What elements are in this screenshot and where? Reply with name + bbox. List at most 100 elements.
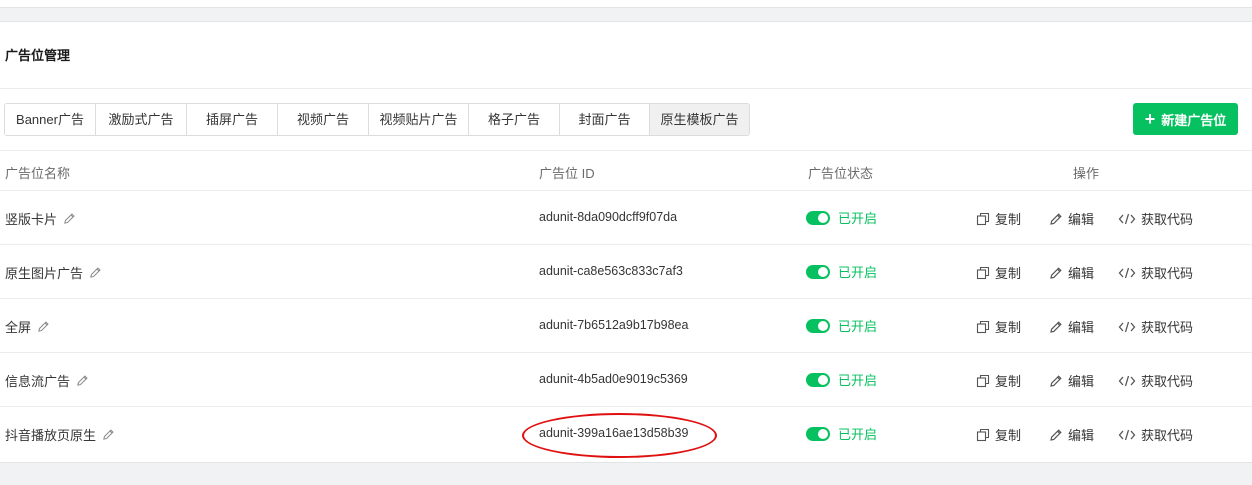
red-annotation-ellipse [522,413,717,458]
copy-button[interactable]: 复制 [976,425,1021,444]
top-strip [0,0,1252,8]
copy-button[interactable]: 复制 [976,209,1021,228]
ad-type-tabs: Banner广告 激励式广告 插屏广告 视频广告 视频贴片广告 格子广告 封面广… [4,103,750,136]
code-icon [1118,267,1136,278]
edit-button[interactable]: 编辑 [1049,317,1094,336]
ad-unit-management-card: 广告位管理 Banner广告 激励式广告 插屏广告 视频广告 视频贴片广告 格子… [0,21,1252,463]
pencil-icon[interactable] [102,428,115,441]
copy-icon [976,428,990,441]
ad-unit-name-text: 信息流广告 [5,374,71,389]
edit-button[interactable]: 编辑 [1049,371,1094,390]
copy-icon [976,212,990,225]
tab-banner[interactable]: Banner广告 [5,104,96,135]
edit-button[interactable]: 编辑 [1049,209,1094,228]
pencil-icon [1050,212,1062,225]
plus-icon: + [1144,109,1156,129]
edit-label: 编辑 [1068,266,1095,281]
tab-rewarded[interactable]: 激励式广告 [96,104,187,135]
copy-button[interactable]: 复制 [976,263,1021,282]
table-row: 全屏 adunit-7b6512a9b17b98ea 已开启 复制 编辑 获取代… [0,298,1252,353]
pencil-icon[interactable] [37,320,50,333]
divider [0,150,1252,151]
ad-unit-name-text: 全屏 [5,320,32,335]
tab-video-patch[interactable]: 视频贴片广告 [369,104,469,135]
ad-unit-id: adunit-8da090dcff9f07da [539,210,678,224]
ad-unit-name: 全屏 [5,317,50,336]
tab-native-template[interactable]: 原生模板广告 [650,104,749,135]
tab-video[interactable]: 视频广告 [278,104,369,135]
get-code-label: 获取代码 [1141,374,1194,389]
ad-unit-name: 信息流广告 [5,371,89,390]
copy-label: 复制 [995,374,1022,389]
column-header-status: 广告位状态 [808,166,874,181]
get-code-button[interactable]: 获取代码 [1118,425,1193,444]
tab-cover[interactable]: 封面广告 [560,104,650,135]
copy-icon [976,320,990,333]
status-cell: 已开启 [806,370,877,389]
status-cell: 已开启 [806,262,877,281]
pencil-icon [1050,374,1062,387]
ad-unit-name: 抖音播放页原生 [5,425,115,444]
column-header-id: 广告位 ID [539,166,595,181]
status-label: 已开启 [838,319,878,334]
ad-unit-name: 竖版卡片 [5,209,76,228]
table-row: 原生图片广告 adunit-ca8e563c833c7af3 已开启 复制 编辑 [0,244,1252,299]
get-code-button[interactable]: 获取代码 [1118,317,1193,336]
status-cell: 已开启 [806,208,877,227]
ad-unit-id: adunit-4b5ad0e9019c5369 [539,372,688,386]
pencil-icon[interactable] [63,212,76,225]
code-icon [1118,429,1136,440]
get-code-label: 获取代码 [1141,266,1194,281]
divider [0,88,1252,89]
copy-icon [976,374,990,387]
new-ad-unit-label: 新建广告位 [1161,112,1227,128]
column-header-name: 广告位名称 [5,166,71,181]
copy-button[interactable]: 复制 [976,317,1021,336]
get-code-button[interactable]: 获取代码 [1118,209,1193,228]
ad-unit-name-text: 原生图片广告 [5,266,84,281]
edit-label: 编辑 [1068,212,1095,227]
edit-label: 编辑 [1068,320,1095,335]
ad-unit-id: adunit-7b6512a9b17b98ea [539,318,689,332]
status-toggle[interactable] [806,426,830,441]
code-icon [1118,375,1136,386]
status-label: 已开启 [838,373,878,388]
status-label: 已开启 [838,427,878,442]
edit-button[interactable]: 编辑 [1049,425,1094,444]
copy-label: 复制 [995,320,1022,335]
copy-button[interactable]: 复制 [976,371,1021,390]
tab-interstitial[interactable]: 插屏广告 [187,104,278,135]
column-header-actions: 操作 [1073,166,1100,181]
status-label: 已开启 [838,265,878,280]
ad-unit-id: adunit-ca8e563c833c7af3 [539,264,683,278]
get-code-button[interactable]: 获取代码 [1118,371,1193,390]
ad-unit-name: 原生图片广告 [5,263,102,282]
code-icon [1118,213,1136,224]
pencil-icon [1050,428,1062,441]
get-code-label: 获取代码 [1141,212,1194,227]
get-code-button[interactable]: 获取代码 [1118,263,1193,282]
status-cell: 已开启 [806,424,877,443]
copy-icon [976,266,990,279]
table-row: 信息流广告 adunit-4b5ad0e9019c5369 已开启 复制 编辑 [0,352,1252,407]
status-toggle[interactable] [806,210,830,225]
edit-label: 编辑 [1068,374,1095,389]
pencil-icon [1050,266,1062,279]
pencil-icon[interactable] [76,374,89,387]
status-toggle[interactable] [806,264,830,279]
get-code-label: 获取代码 [1141,428,1194,443]
get-code-label: 获取代码 [1141,320,1194,335]
status-cell: 已开启 [806,316,877,335]
code-icon [1118,321,1136,332]
table-row: 竖版卡片 adunit-8da090dcff9f07da 已开启 复制 编辑 获… [0,190,1252,245]
copy-label: 复制 [995,266,1022,281]
status-toggle[interactable] [806,372,830,387]
new-ad-unit-button[interactable]: + 新建广告位 [1133,103,1238,135]
pencil-icon[interactable] [89,266,102,279]
edit-button[interactable]: 编辑 [1049,263,1094,282]
page-title: 广告位管理 [5,48,71,63]
tab-grid[interactable]: 格子广告 [469,104,560,135]
ad-unit-name-text: 抖音播放页原生 [5,428,97,443]
status-toggle[interactable] [806,318,830,333]
edit-label: 编辑 [1068,428,1095,443]
